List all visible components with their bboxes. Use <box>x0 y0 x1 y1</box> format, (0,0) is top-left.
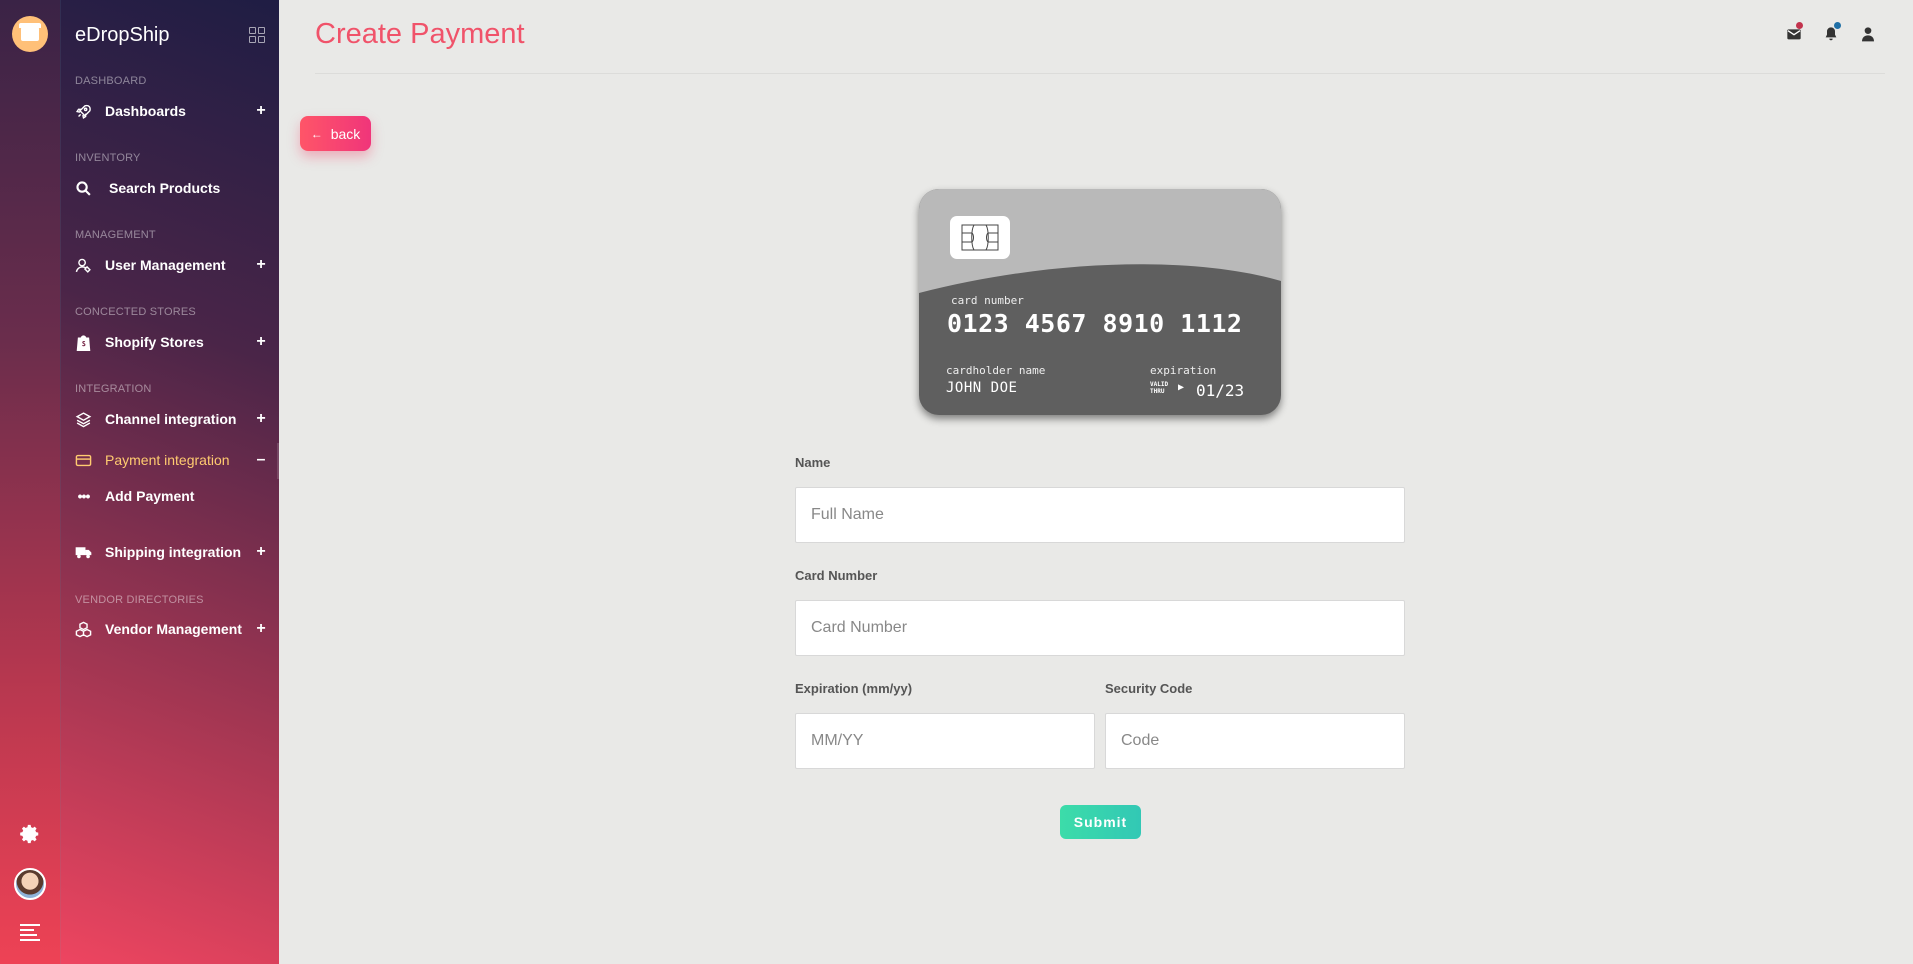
icon-rail <box>0 0 60 964</box>
ellipsis-icon: ••• <box>77 488 91 504</box>
sidebar-item-channel-integration[interactable]: Channel integration + <box>75 408 267 430</box>
active-indicator <box>277 443 280 479</box>
expand-icon[interactable]: + <box>255 543 267 561</box>
expiration-label: expiration <box>1150 364 1217 377</box>
sidebar-item-add-payment[interactable]: ••• Add Payment <box>75 485 267 507</box>
rocket-icon <box>75 103 92 120</box>
sidebar-item-label: Dashboards <box>105 103 186 119</box>
sidebar: eDropShip DASHBOARD Dashboards + INVENTO… <box>60 0 280 964</box>
sidebar-item-payment-integration[interactable]: Payment integration – <box>75 449 267 471</box>
expand-icon[interactable]: + <box>255 620 267 638</box>
section-label-management: MANAGEMENT <box>75 229 156 241</box>
search-icon <box>75 180 92 197</box>
truck-icon <box>75 544 92 561</box>
user-icon <box>75 257 92 274</box>
sidebar-item-label: Add Payment <box>105 488 195 504</box>
page-title: Create Payment <box>315 18 525 50</box>
card-number-field-label: Card Number <box>795 568 878 583</box>
menu-toggle-icon[interactable] <box>20 924 40 941</box>
back-button[interactable]: ← back <box>300 116 371 151</box>
expand-icon[interactable]: + <box>255 410 267 428</box>
valid-text: VALID <box>1150 381 1169 388</box>
name-input[interactable] <box>795 487 1405 543</box>
expiration-input[interactable] <box>795 713 1095 769</box>
triangle-right-icon: ▶ <box>1178 382 1185 393</box>
user-profile-icon[interactable] <box>1861 26 1877 42</box>
avatar[interactable] <box>14 868 46 900</box>
sidebar-item-shipping-integration[interactable]: Shipping integration + <box>75 541 267 563</box>
credit-card-preview: card number 0123 4567 8910 1112 cardhold… <box>919 189 1281 415</box>
app-name: eDropShip <box>75 24 170 46</box>
card-number: 0123 4567 8910 1112 <box>947 309 1243 338</box>
store-logo-icon[interactable] <box>12 16 48 52</box>
arrow-left-icon: ← <box>310 126 323 141</box>
bell-notification-dot <box>1834 22 1841 29</box>
expand-icon[interactable]: + <box>255 102 267 120</box>
expand-icon[interactable]: + <box>255 333 267 351</box>
name-label: Name <box>795 455 831 470</box>
section-label-vendor-directories: VENDOR DIRECTORIES <box>75 594 204 606</box>
mail-notification-dot <box>1796 22 1803 29</box>
section-label-dashboard: DASHBOARD <box>75 75 147 87</box>
collapse-icon[interactable]: – <box>255 451 267 469</box>
sidebar-item-label: Shipping integration <box>105 544 242 560</box>
card-number-input[interactable] <box>795 600 1405 656</box>
valid-thru-label: VALID THRU <box>1150 381 1168 395</box>
sidebar-item-search-products[interactable]: Search Products <box>75 177 267 199</box>
card-expiration: 01/23 <box>1196 381 1245 400</box>
sidebar-item-label: Payment integration <box>105 452 230 468</box>
security-code-input[interactable] <box>1105 713 1405 769</box>
sidebar-item-label: Vendor Management <box>105 621 242 637</box>
sidebar-item-vendor-management[interactable]: Vendor Management + <box>75 618 267 640</box>
submit-button[interactable]: Submit <box>1060 805 1141 839</box>
cubes-icon <box>75 621 92 638</box>
thru-text: THRU <box>1150 388 1165 395</box>
expiration-field-label: Expiration (mm/yy) <box>795 681 913 696</box>
header-divider <box>315 73 1885 74</box>
gear-icon[interactable] <box>19 823 41 845</box>
sidebar-item-shopify-stores[interactable]: Shopify Stores + <box>75 331 267 353</box>
section-label-inventory: INVENTORY <box>75 152 141 164</box>
section-label-integration: INTEGRATION <box>75 383 152 395</box>
cardholder-label: cardholder name <box>946 364 1046 377</box>
sidebar-item-label: Channel integration <box>105 411 237 427</box>
bell-icon[interactable] <box>1823 22 1841 42</box>
cardholder-name: JOHN DOE <box>946 380 1018 396</box>
card-number-label: card number <box>951 294 1024 307</box>
sidebar-item-user-management[interactable]: User Management + <box>75 254 267 276</box>
back-button-label: back <box>330 125 361 142</box>
chip-icon <box>950 216 1010 259</box>
sidebar-item-label: User Management <box>105 257 226 273</box>
expand-icon[interactable]: + <box>255 256 267 274</box>
sidebar-item-label: Shopify Stores <box>105 334 204 350</box>
grid-icon[interactable] <box>249 27 265 43</box>
security-code-label: Security Code <box>1105 681 1193 696</box>
layers-icon <box>75 411 92 428</box>
mail-icon[interactable] <box>1786 22 1803 42</box>
credit-card-icon <box>75 452 92 469</box>
shopify-bag-icon <box>75 334 92 351</box>
sidebar-item-dashboards[interactable]: Dashboards + <box>75 100 267 122</box>
sidebar-item-label: Search Products <box>109 180 221 196</box>
section-label-connected-stores: CONCECTED STORES <box>75 306 196 318</box>
